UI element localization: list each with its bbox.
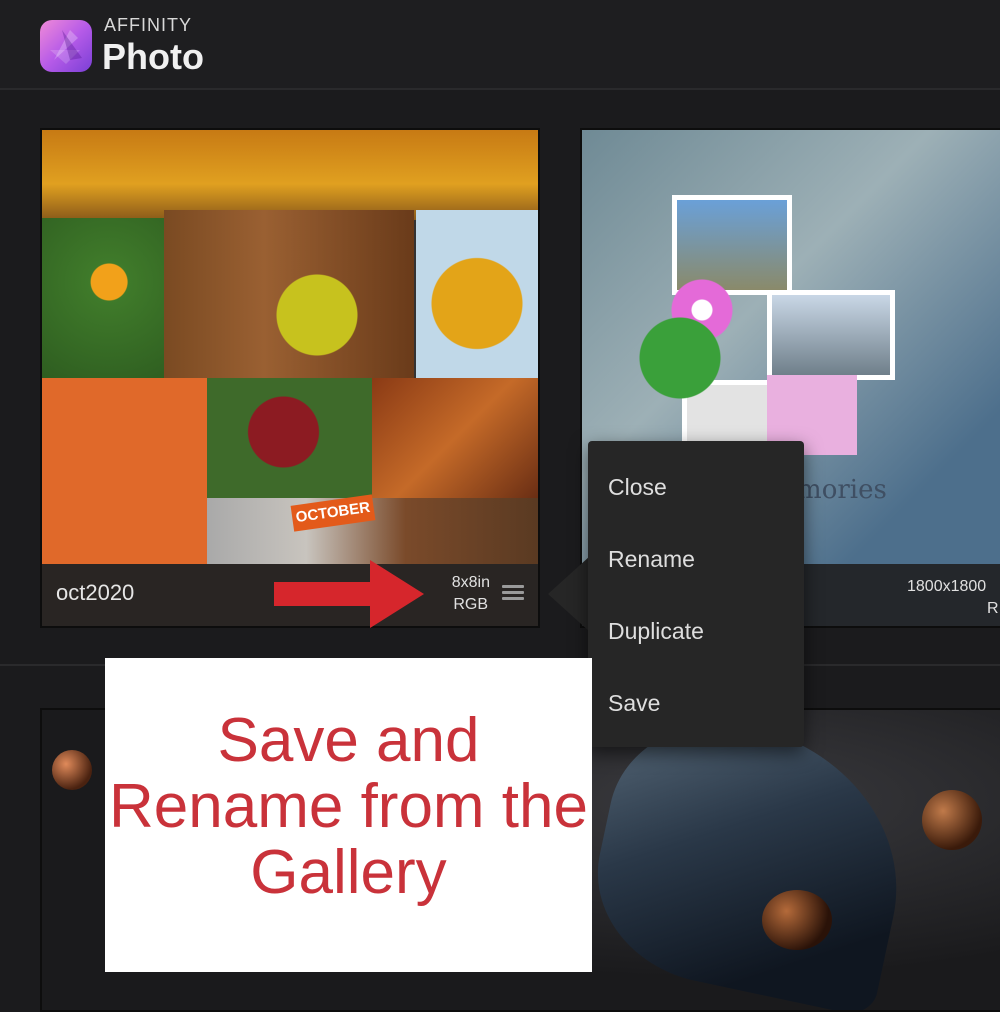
annotation-text: Save and Rename from the Gallery	[109, 706, 588, 907]
document-size: 1800x1800	[907, 578, 987, 595]
affinity-photo-icon	[40, 20, 92, 72]
app-header: AFFINITY Photo	[0, 0, 1000, 90]
annotation-callout: Save and Rename from the Gallery	[105, 658, 592, 972]
menu-item-duplicate[interactable]: Duplicate	[608, 618, 704, 645]
document-name[interactable]: oct2020	[56, 580, 134, 606]
document-context-menu: Close Rename Duplicate Save	[588, 441, 804, 747]
document-color-mode: RGB	[453, 596, 488, 613]
arrow-right-icon	[274, 560, 424, 628]
context-menu-pointer	[548, 556, 590, 632]
menu-item-close[interactable]: Close	[608, 474, 667, 501]
menu-item-save[interactable]: Save	[608, 690, 660, 717]
menu-item-rename[interactable]: Rename	[608, 546, 695, 573]
document-card-oct2020[interactable]: OCTOBER oct2020 8x8in RGB	[40, 128, 540, 628]
document-thumbnail[interactable]: OCTOBER	[42, 130, 538, 564]
brand-top-label: AFFINITY	[104, 15, 192, 35]
document-menu-icon[interactable]	[502, 582, 524, 604]
document-size: 8x8in	[451, 574, 490, 591]
document-color-mode: R	[987, 600, 999, 617]
app-title: Photo	[102, 36, 204, 77]
